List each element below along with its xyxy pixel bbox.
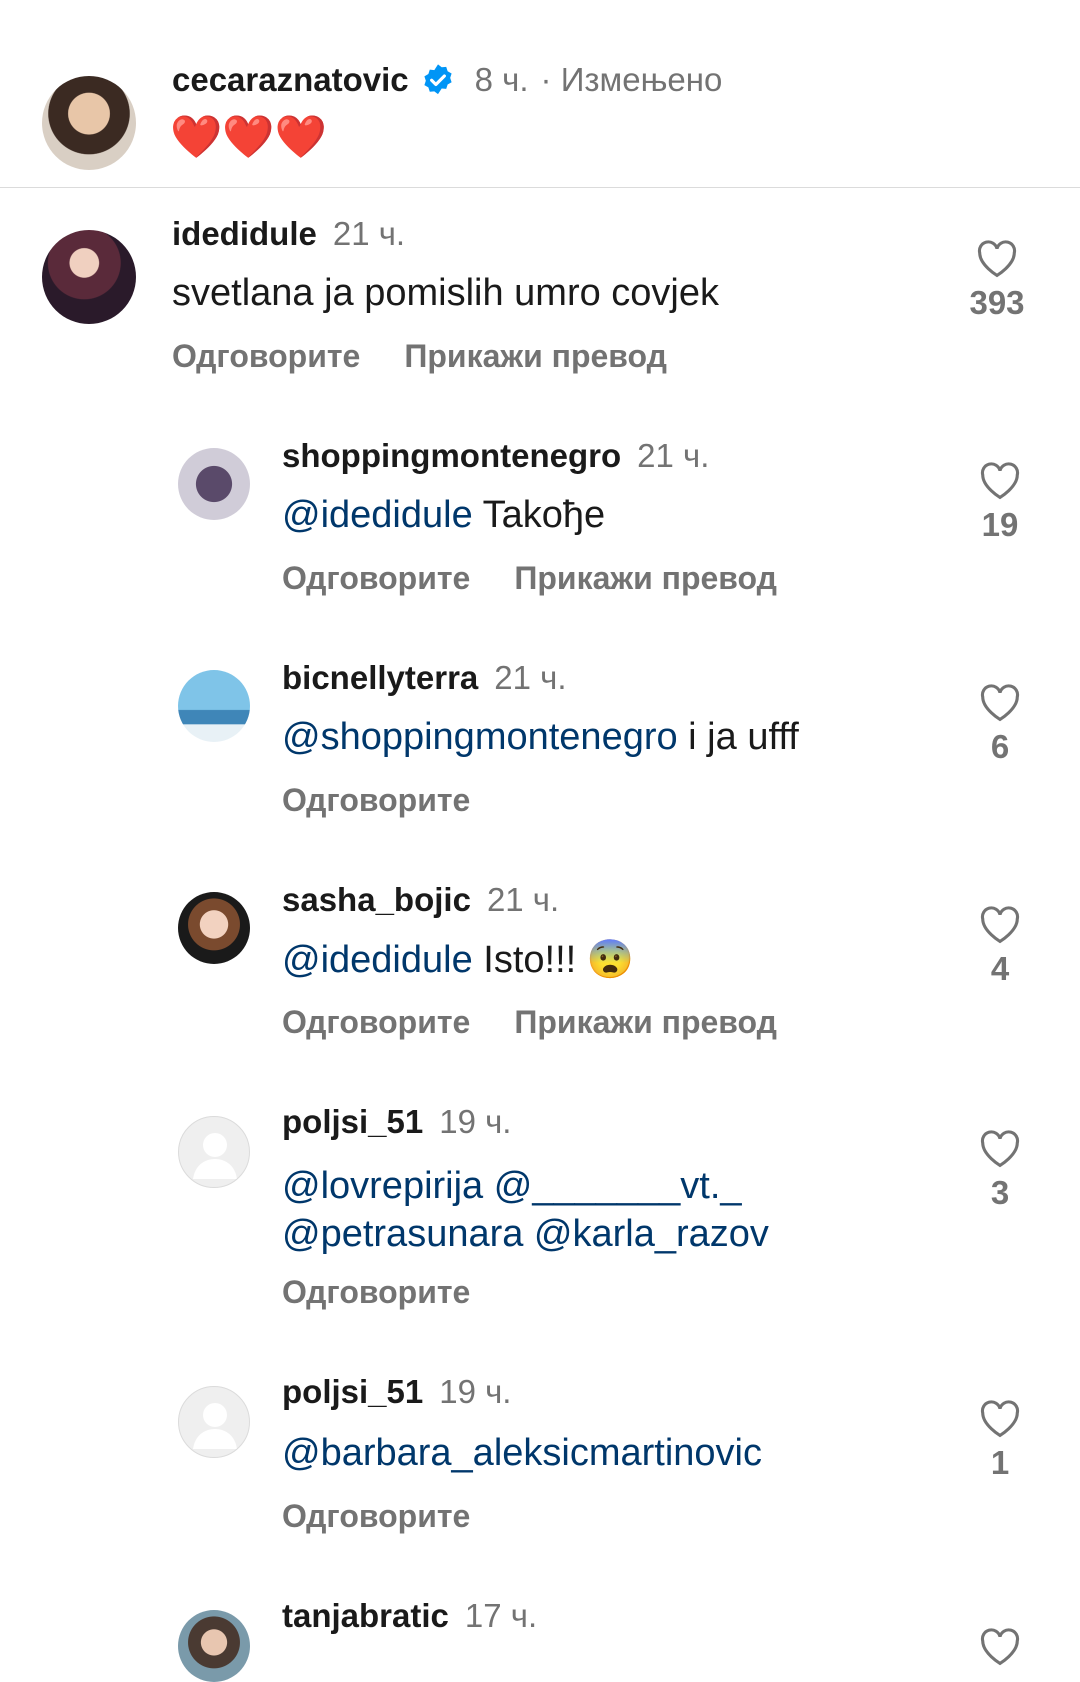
comment-text: @shoppingmontenegro i ja ufff — [282, 716, 799, 759]
post-time: 8 ч. — [474, 61, 529, 98]
like-column: 3 — [955, 1130, 1045, 1212]
comment-username[interactable]: poljsi_51 — [282, 1373, 423, 1411]
comment-text: @idedidule Takође — [282, 494, 605, 537]
comment-avatar[interactable] — [178, 448, 250, 520]
reply-button[interactable]: Одговорите — [282, 782, 470, 819]
comment-actions: Одговорите Прикажи превод — [282, 560, 777, 597]
reply-button[interactable]: Одговорите — [282, 560, 470, 597]
heart-icon[interactable] — [979, 1628, 1021, 1666]
post-header: cecaraznatovic 8 ч. · Измењено — [172, 58, 722, 102]
like-count: 4 — [990, 950, 1010, 987]
like-column: 19 — [955, 462, 1045, 544]
comment-header: shoppingmontenegro 21 ч. — [282, 434, 709, 478]
comment-body: i ja ufff — [677, 716, 799, 758]
heart-icon[interactable] — [979, 1400, 1021, 1438]
comment-header: idedidule 21 ч. — [172, 212, 405, 256]
post-author-username[interactable]: cecaraznatovic — [172, 61, 409, 99]
comment-time: 19 ч. — [439, 1373, 512, 1410]
comment-time: 21 ч. — [332, 215, 406, 252]
translate-button[interactable]: Прикажи превод — [404, 338, 667, 375]
comment-time: 17 ч. — [464, 1597, 538, 1634]
mention-line[interactable]: @lovrepirija @_______vt._ — [282, 1162, 769, 1210]
comment-text: @idedidule Isto!!! 😨 — [282, 938, 634, 982]
comment-username[interactable]: bicnellyterra — [282, 659, 478, 697]
comment-avatar[interactable] — [178, 670, 250, 742]
comment-avatar[interactable] — [178, 892, 250, 964]
translate-button[interactable]: Прикажи превод — [514, 1004, 777, 1041]
mention-link[interactable]: @barbara_aleksicmartinovic — [282, 1432, 762, 1474]
comment-actions: Одговорите Прикажи превод — [172, 338, 667, 375]
translate-button[interactable]: Прикажи превод — [514, 560, 777, 597]
reply-button[interactable]: Одговорите — [282, 1498, 470, 1535]
divider — [0, 187, 1080, 188]
like-column: 4 — [955, 906, 1045, 988]
reply-button[interactable]: Одговорите — [172, 338, 360, 375]
reply-button[interactable]: Одговорите — [282, 1274, 470, 1311]
comment-header: poljsi_51 19 ч. — [282, 1100, 511, 1144]
like-column — [955, 1628, 1045, 1666]
like-column: 6 — [955, 684, 1045, 766]
like-column: 393 — [952, 240, 1042, 322]
comment-text: svetlana ja pomislih umro covjek — [172, 272, 720, 314]
like-count: 393 — [969, 284, 1025, 321]
post-edited-label: · Измењено — [540, 61, 723, 98]
comment-body: Takође — [472, 494, 606, 536]
like-column: 1 — [955, 1400, 1045, 1482]
comment-header: poljsi_51 19 ч. — [282, 1370, 511, 1414]
like-count: 3 — [990, 1174, 1010, 1211]
like-count: 6 — [990, 728, 1010, 765]
comment-username[interactable]: sasha_bojic — [282, 881, 471, 919]
comment-header: bicnellyterra 21 ч. — [282, 656, 567, 700]
heart-icon[interactable] — [976, 240, 1018, 278]
comment-actions: Одговорите — [282, 1274, 470, 1311]
comment-header: sasha_bojic 21 ч. — [282, 878, 559, 922]
like-count: 1 — [990, 1444, 1010, 1481]
default-avatar-icon[interactable] — [178, 1116, 250, 1188]
reply-button[interactable]: Одговорите — [282, 1004, 470, 1041]
heart-icon[interactable] — [979, 684, 1021, 722]
user-silhouette-icon — [193, 1403, 237, 1449]
default-avatar-icon[interactable] — [178, 1386, 250, 1458]
mention-line[interactable]: @petrasunara @karla_razov — [282, 1210, 769, 1258]
comment-body: Isto!!! 😨 — [472, 939, 635, 981]
like-count: 19 — [981, 506, 1019, 543]
comment-avatar[interactable] — [178, 1610, 250, 1682]
heart-icon[interactable] — [979, 906, 1021, 944]
comment-time: 21 ч. — [494, 659, 567, 696]
comment-header: tanjabratic 17 ч. — [282, 1594, 537, 1638]
mention-links[interactable]: @lovrepirija @_______vt._ @petrasunara @… — [282, 1162, 769, 1258]
comment-username[interactable]: shoppingmontenegro — [282, 437, 621, 475]
comment-username[interactable]: poljsi_51 — [282, 1103, 423, 1141]
comment-text: @barbara_aleksicmartinovic — [282, 1432, 762, 1475]
comment-actions: Одговорите Прикажи превод — [282, 1004, 777, 1041]
comment-time: 19 ч. — [439, 1103, 512, 1140]
comment-username[interactable]: idedidule — [172, 215, 317, 253]
comment-time: 21 ч. — [637, 437, 710, 474]
mention-link[interactable]: @shoppingmontenegro — [282, 716, 678, 758]
mention-link[interactable]: @idedidule — [282, 939, 473, 981]
comment-time: 21 ч. — [486, 881, 560, 918]
comment-avatar[interactable] — [42, 230, 136, 324]
mention-link[interactable]: @idedidule — [282, 494, 473, 536]
verified-badge-icon — [424, 64, 452, 95]
heart-icon[interactable] — [979, 462, 1021, 500]
user-silhouette-icon — [193, 1133, 237, 1179]
heart-icon[interactable] — [979, 1130, 1021, 1168]
post-author-avatar[interactable] — [42, 76, 136, 170]
comment-actions: Одговорите — [282, 782, 470, 819]
comment-actions: Одговорите — [282, 1498, 470, 1535]
post-caption: ❤️❤️❤️ — [170, 113, 327, 160]
comment-username[interactable]: tanjabratic — [282, 1597, 449, 1635]
